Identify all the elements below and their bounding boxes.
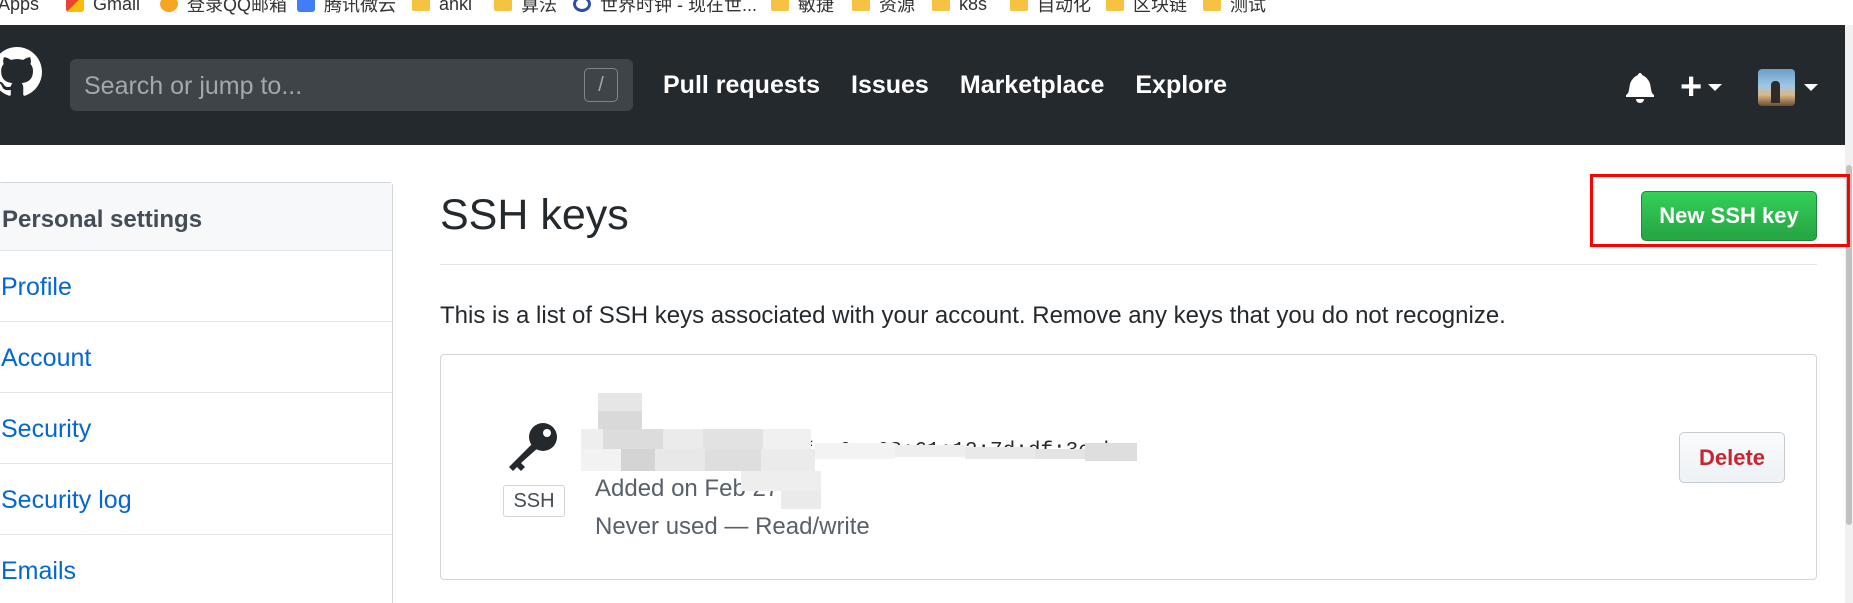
- avatar: [1758, 68, 1795, 106]
- bookmark-gmail[interactable]: Gmail: [66, 0, 140, 14]
- user-menu-dropdown[interactable]: [1758, 68, 1828, 106]
- bookmark-anki[interactable]: anki: [412, 0, 472, 14]
- bookmark-label: 自动化: [1037, 0, 1091, 15]
- bookmark-label: 登录QQ邮箱: [187, 0, 288, 15]
- bookmark-label: 测试: [1230, 0, 1266, 15]
- bookmark-testing[interactable]: 测试: [1203, 0, 1266, 15]
- bookmark-label: anki: [439, 0, 473, 14]
- bookmark-qq-mail[interactable]: 登录QQ邮箱: [160, 0, 288, 15]
- redacted-fingerprint-mosaic: [581, 393, 1137, 509]
- main-nav: Pull requests Issues Marketplace Explore: [663, 71, 1227, 100]
- page-scrollbar[interactable]: [1845, 25, 1853, 603]
- ssh-key-list-item: SSH fe:6c:68:61:12:7d:df:3e:b Added on F…: [440, 354, 1817, 580]
- folder-icon: [412, 0, 430, 11]
- settings-sidebar: Personal settings Profile Account Securi…: [0, 182, 393, 603]
- ssh-type-badge: SSH: [503, 485, 565, 517]
- search-input[interactable]: Search or jump to... /: [70, 59, 633, 111]
- folder-icon: [771, 0, 789, 11]
- bookmark-k8s[interactable]: k8s: [932, 0, 987, 14]
- nav-marketplace[interactable]: Marketplace: [960, 71, 1105, 100]
- plus-icon: +: [1680, 66, 1703, 108]
- clock-icon: [573, 0, 591, 12]
- bookmark-automation[interactable]: 自动化: [1010, 0, 1091, 15]
- new-ssh-key-button[interactable]: New SSH key: [1641, 191, 1817, 241]
- chevron-down-icon: [1708, 83, 1723, 91]
- bookmark-label: Apps: [0, 0, 40, 14]
- title-divider: [440, 264, 1817, 265]
- page-title: SSH keys: [440, 191, 629, 239]
- delete-key-button[interactable]: Delete: [1679, 432, 1785, 483]
- bookmark-label: 敏捷: [798, 0, 834, 15]
- bookmark-blockchain[interactable]: 区块链: [1106, 0, 1187, 15]
- chevron-down-icon: [1804, 83, 1818, 91]
- bookmark-label: Gmail: [93, 0, 141, 14]
- bookmark-label: 算法: [521, 0, 557, 15]
- bell-icon[interactable]: [1625, 71, 1655, 103]
- key-icon: [509, 423, 557, 471]
- bookmarks-bar: Apps Gmail 登录QQ邮箱 腾讯微云 anki 算法 世界时钟 - 现在…: [0, 0, 1853, 25]
- create-new-dropdown[interactable]: +: [1680, 66, 1730, 108]
- bookmark-label: k8s: [959, 0, 988, 14]
- bookmark-label: 腾讯微云: [324, 0, 396, 15]
- site-header: Search or jump to... / Pull requests Iss…: [0, 25, 1845, 145]
- bookmark-apps[interactable]: Apps: [0, 0, 39, 14]
- bookmark-weiyun[interactable]: 腾讯微云: [297, 0, 396, 15]
- nav-pull-requests[interactable]: Pull requests: [663, 71, 820, 100]
- sidebar-item-security[interactable]: Security: [0, 393, 392, 464]
- sidebar-item-emails[interactable]: Emails: [0, 535, 392, 603]
- bookmark-label: 区块链: [1133, 0, 1187, 15]
- gmail-icon: [66, 0, 84, 12]
- folder-icon: [494, 0, 512, 11]
- folder-icon: [932, 0, 950, 11]
- folder-icon: [1010, 0, 1028, 11]
- sidebar-item-profile[interactable]: Profile: [0, 251, 392, 322]
- sidebar-item-account[interactable]: Account: [0, 322, 392, 393]
- bookmark-algorithm[interactable]: 算法: [494, 0, 557, 15]
- weiyun-icon: [297, 0, 315, 12]
- key-usage: Never used — Read/write: [595, 513, 870, 540]
- folder-icon: [1106, 0, 1124, 11]
- github-logo-icon[interactable]: [0, 47, 42, 97]
- search-shortcut-hint: /: [584, 68, 618, 102]
- sidebar-item-security-log[interactable]: Security log: [0, 464, 392, 535]
- ssh-keys-description: This is a list of SSH keys associated wi…: [440, 302, 1506, 329]
- sidebar-heading: Personal settings: [0, 183, 392, 251]
- nav-issues[interactable]: Issues: [851, 71, 929, 100]
- bookmark-world-clock[interactable]: 世界时钟 - 现在世...: [573, 0, 757, 15]
- nav-explore[interactable]: Explore: [1135, 71, 1227, 100]
- search-placeholder: Search or jump to...: [84, 72, 303, 100]
- bookmark-label: 资源: [879, 0, 915, 15]
- bookmark-resources[interactable]: 资源: [852, 0, 915, 15]
- qq-mail-icon: [160, 0, 178, 12]
- folder-icon: [1203, 0, 1221, 11]
- folder-icon: [852, 0, 870, 11]
- bookmark-agile[interactable]: 敏捷: [771, 0, 834, 15]
- bookmark-label: 世界时钟 - 现在世...: [600, 0, 757, 15]
